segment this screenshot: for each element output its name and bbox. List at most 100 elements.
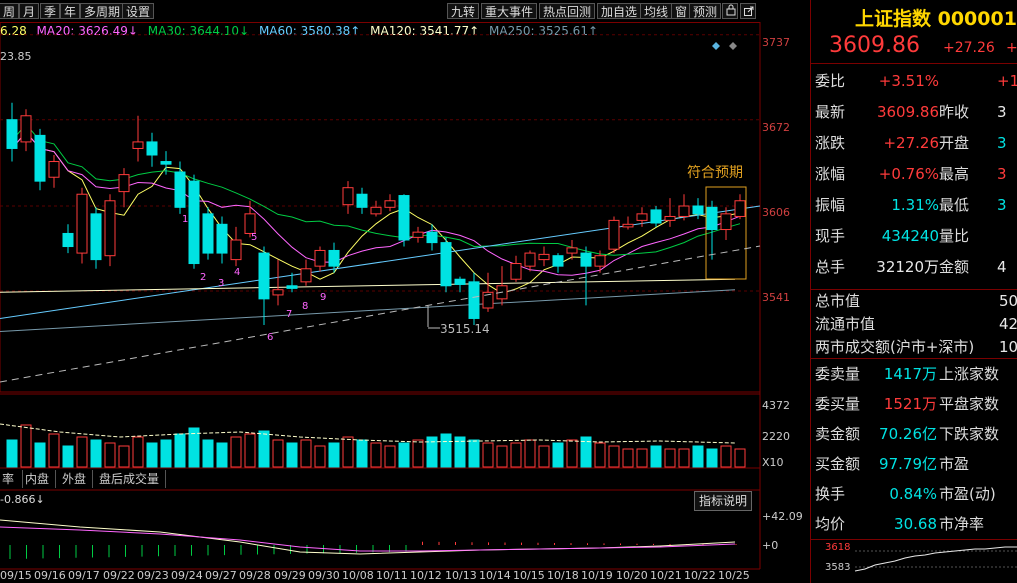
quote-row: 涨跌 +27.26 开盘 3	[811, 128, 1017, 159]
date-label: 10/15	[513, 569, 545, 582]
lock-icon[interactable]	[722, 3, 738, 19]
market-cap-row: 总市值 500	[811, 290, 1017, 313]
order-label-2: 下跌家数	[939, 425, 1000, 443]
candle-body	[230, 239, 242, 261]
trend-line	[0, 245, 761, 383]
candle	[370, 200, 382, 217]
volume-bar	[90, 439, 102, 468]
diamond-icon[interactable]	[712, 42, 720, 50]
volume-unit: X10	[762, 456, 784, 469]
candle-body	[734, 200, 746, 217]
tab-year[interactable]: 年	[60, 3, 81, 19]
volume-bar	[118, 445, 130, 468]
seq-label: 3	[218, 278, 225, 289]
price-tick: 3737	[762, 36, 790, 49]
diamond-icon[interactable]	[729, 42, 737, 50]
forecast-button[interactable]: 预测	[689, 3, 722, 19]
kline-chart[interactable]	[0, 22, 805, 583]
mini-chart-low: 3583	[825, 562, 851, 573]
date-label: 10/22	[684, 569, 716, 582]
volume-bar	[692, 445, 704, 468]
volume-bar	[328, 442, 340, 468]
mini-intraday-chart[interactable]	[825, 541, 1017, 583]
volume-bar	[678, 448, 690, 468]
volume-bar	[104, 442, 116, 468]
volume-bar	[608, 445, 620, 468]
order-label: 均价	[815, 515, 846, 533]
volume-bar	[594, 442, 606, 468]
quote-row: 总手 32120万 金额 4	[811, 252, 1017, 283]
candle	[174, 161, 186, 214]
tab-quarter[interactable]: 季	[40, 3, 61, 19]
jiuzhuan-button[interactable]: 九转	[447, 3, 480, 19]
indicator-help-button[interactable]: 指标说明	[694, 491, 753, 511]
cap-label: 流通市值	[815, 315, 876, 333]
tab-outer[interactable]: 外盘	[62, 470, 93, 488]
tab-multi-period[interactable]: 多周期	[80, 3, 125, 19]
quote-label-2: 金额	[939, 258, 970, 276]
add-watchlist-button[interactable]: 加自选	[597, 3, 642, 19]
volume-tick: 2220	[762, 430, 790, 443]
quote-value: +27.26	[883, 134, 939, 152]
candle	[6, 102, 18, 162]
volume-bar	[174, 433, 186, 468]
candle	[356, 187, 368, 214]
tab-month[interactable]: 月	[19, 3, 40, 19]
seq-label: 1	[182, 214, 189, 225]
candle	[608, 216, 620, 254]
candle-body	[342, 187, 354, 206]
order-value: 1417万	[883, 365, 937, 383]
price-tick: 3672	[762, 121, 790, 134]
candle-body	[328, 249, 340, 267]
quote-label: 最新	[815, 103, 846, 121]
candle	[734, 194, 746, 220]
date-label: 10/20	[616, 569, 648, 582]
date-label: 09/22	[103, 569, 135, 582]
volume-bar	[398, 442, 410, 468]
volume-bar	[300, 439, 312, 468]
candle	[468, 272, 480, 325]
date-label: 10/13	[445, 569, 477, 582]
tab-afterhours-volume[interactable]: 盘后成交量	[99, 470, 166, 488]
candle-body	[650, 209, 662, 224]
window-button[interactable]: 窗	[671, 3, 692, 19]
candle-body	[678, 205, 690, 217]
volume-bar	[650, 445, 662, 468]
candle-body	[132, 141, 144, 149]
candle	[76, 187, 88, 264]
tab-settings[interactable]: 设置	[122, 3, 155, 19]
quote-value-2: 3	[997, 165, 1007, 183]
candle	[580, 246, 592, 306]
order-label-2: 平盘家数	[939, 395, 1000, 413]
quote-row: 现手 434240 量比	[811, 221, 1017, 252]
annotation-label: 符合预期	[687, 165, 743, 181]
candle-body	[244, 213, 256, 234]
moving-average-button[interactable]: 均线	[640, 3, 673, 19]
volume-bar	[244, 433, 256, 468]
date-label: 09/17	[68, 569, 100, 582]
candle	[48, 155, 60, 188]
date-label: 09/23	[137, 569, 169, 582]
order-row: 卖金额 70.26亿 下跌家数	[811, 419, 1017, 449]
macd-indicator	[0, 519, 737, 559]
date-label: 10/11	[376, 569, 408, 582]
candle-body	[622, 223, 634, 228]
tab-rate[interactable]: 率	[0, 470, 23, 488]
cap-value: 500	[999, 292, 1017, 310]
major-events-button[interactable]: 重大事件	[481, 3, 538, 19]
candle-body	[370, 206, 382, 215]
volume-bar	[202, 439, 214, 468]
candle	[622, 216, 634, 230]
hotspot-backtest-button[interactable]: 热点回测	[539, 3, 596, 19]
macd-tick: +0	[762, 539, 779, 552]
date-label: 09/30	[308, 569, 340, 582]
candle-body	[202, 213, 214, 254]
candle-body	[174, 171, 186, 208]
divider	[811, 63, 1017, 64]
popout-icon[interactable]	[740, 3, 756, 19]
tab-week[interactable]: 周	[0, 3, 20, 19]
candle-body	[188, 180, 200, 265]
volume-bar	[524, 439, 536, 468]
candle-body	[300, 268, 312, 283]
tab-inner[interactable]: 内盘	[25, 470, 56, 488]
